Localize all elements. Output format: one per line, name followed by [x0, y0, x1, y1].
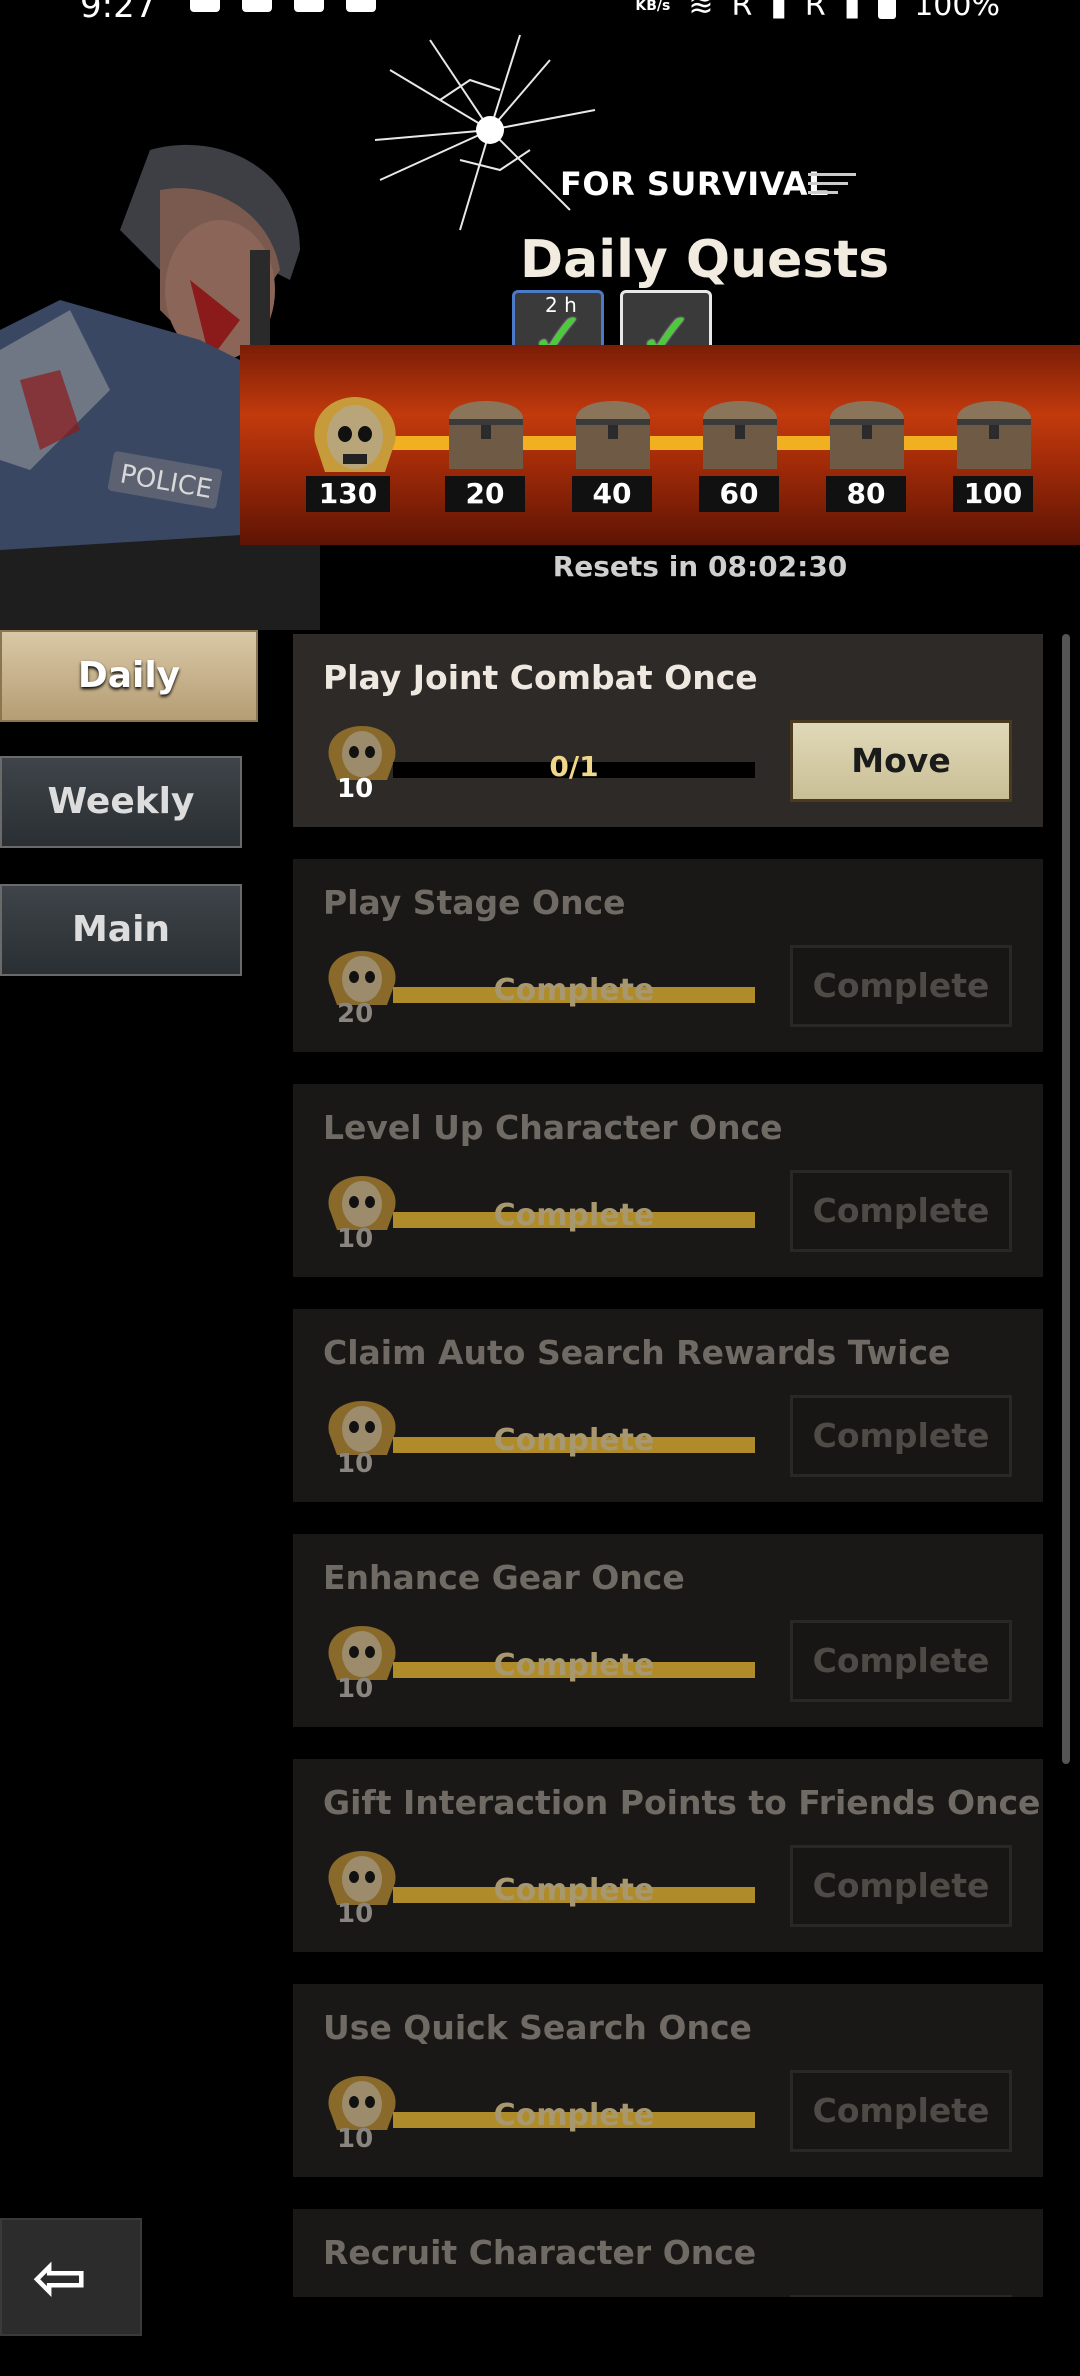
milestone-points-label: 20	[445, 476, 525, 512]
quest-progress-text: Complete	[493, 1423, 655, 1458]
quest-card: Play Joint Combat Once 10 0/1 Move	[293, 634, 1043, 827]
tab-main[interactable]: Main	[0, 884, 242, 976]
quest-progress-text: Complete	[493, 1648, 655, 1683]
quest-title: Play Joint Combat Once	[323, 658, 758, 697]
signal-icon-2: ▮	[843, 0, 861, 23]
quest-move-button[interactable]: Move	[790, 720, 1012, 802]
back-arrow-icon: ⇦	[32, 2239, 88, 2316]
milestone-points-label: 80	[826, 476, 906, 512]
whatsapp-icon	[190, 0, 220, 12]
page-title: Daily Quests	[520, 230, 890, 290]
milestone-points-label: 40	[572, 476, 652, 512]
battery-percent: 100%	[914, 0, 1000, 23]
current-points-label: 130	[306, 476, 390, 512]
b-app-icon	[242, 0, 272, 12]
wifi-icon: ≋	[688, 0, 714, 23]
network-speed-label: KB/s	[635, 0, 671, 14]
status-bar: 9:27 KB/s ≋ R ▮ R ▮ 100%	[0, 0, 1080, 30]
sim1-label: R	[731, 0, 753, 23]
skull-points-icon	[314, 397, 396, 472]
mail-icon	[346, 0, 376, 12]
quest-progress-text: Complete	[493, 973, 655, 1008]
quest-complete-button[interactable]	[790, 2295, 1012, 2297]
signal-icon: ▮	[770, 0, 787, 23]
quest-progress-text: 0/1	[549, 750, 599, 783]
quest-card: Enhance Gear Once 10 Complete Complete	[293, 1534, 1043, 1727]
reward-chest-icon[interactable]	[824, 385, 910, 473]
status-time: 9:27	[80, 0, 157, 26]
milestone-points-label: 100	[953, 476, 1033, 512]
broken-glass-decoration	[374, 34, 596, 231]
quest-points: 10	[337, 1674, 374, 1704]
quest-title: Enhance Gear Once	[323, 1558, 685, 1597]
back-button[interactable]: ⇦	[0, 2218, 142, 2336]
notification-icons	[190, 0, 376, 12]
status-right: KB/s ≋ R ▮ R ▮ 100%	[635, 0, 1000, 23]
quest-title: Gift Interaction Points to Friends Once	[323, 1783, 1041, 1822]
reward-chest-icon[interactable]	[951, 385, 1037, 473]
brand-lines-decoration	[808, 173, 856, 200]
sim2-label: R	[804, 0, 826, 23]
quest-list[interactable]: Play Joint Combat Once 10 0/1 Move Play Stag…	[293, 634, 1043, 2297]
facebook-icon	[294, 0, 324, 12]
quest-title: Recruit Character Once	[323, 2233, 757, 2272]
quest-card: Level Up Character Once 10 Complete Complet…	[293, 1084, 1043, 1277]
quest-complete-button[interactable]: Complete	[790, 1845, 1012, 1927]
tab-daily[interactable]: Daily	[0, 630, 258, 722]
quest-card: Play Stage Once 20 Complete Complete	[293, 859, 1043, 1052]
tab-weekly[interactable]: Weekly	[0, 756, 242, 848]
quest-card: Gift Interaction Points to Friends Once 1…	[293, 1759, 1043, 1952]
brand-logo: FOR SURVIVAL	[560, 165, 829, 203]
reward-track-line	[330, 436, 1030, 450]
quest-points: 10	[337, 2124, 374, 2154]
milestone-points-label: 60	[699, 476, 779, 512]
quest-progress-text: Complete	[493, 1873, 655, 1908]
quest-points: 10	[337, 774, 374, 804]
quest-points: 10	[337, 1899, 374, 1929]
quest-complete-button[interactable]: Complete	[790, 945, 1012, 1027]
quest-complete-button[interactable]: Complete	[790, 2070, 1012, 2152]
quest-complete-button[interactable]: Complete	[790, 1170, 1012, 1252]
quest-points: 10	[337, 1449, 374, 1479]
reward-chest-icon[interactable]	[443, 385, 529, 473]
reward-chest-icon[interactable]	[697, 385, 783, 473]
quest-title: Level Up Character Once	[323, 1108, 783, 1147]
quest-title: Play Stage Once	[323, 883, 626, 922]
quest-complete-button[interactable]: Complete	[790, 1395, 1012, 1477]
quest-title: Use Quick Search Once	[323, 2008, 752, 2047]
battery-icon	[878, 0, 897, 19]
quest-title: Claim Auto Search Rewards Twice	[323, 1333, 951, 1372]
quest-points: 10	[337, 1224, 374, 1254]
quest-list-scrollbar[interactable]	[1062, 634, 1070, 1764]
quest-points: 20	[337, 999, 374, 1029]
reset-timer: Resets in 08:02:30	[552, 550, 848, 583]
quest-card: Use Quick Search Once 10 Complete Complete	[293, 1984, 1043, 2177]
quest-progress-text: Complete	[493, 1198, 655, 1233]
quest-progress-text: Complete	[493, 2098, 655, 2133]
reward-chest-icon[interactable]	[570, 385, 656, 473]
quest-card: Claim Auto Search Rewards Twice 10 Complet…	[293, 1309, 1043, 1502]
quest-complete-button[interactable]: Complete	[790, 1620, 1012, 1702]
quest-card: Recruit Character Once	[293, 2209, 1043, 2297]
